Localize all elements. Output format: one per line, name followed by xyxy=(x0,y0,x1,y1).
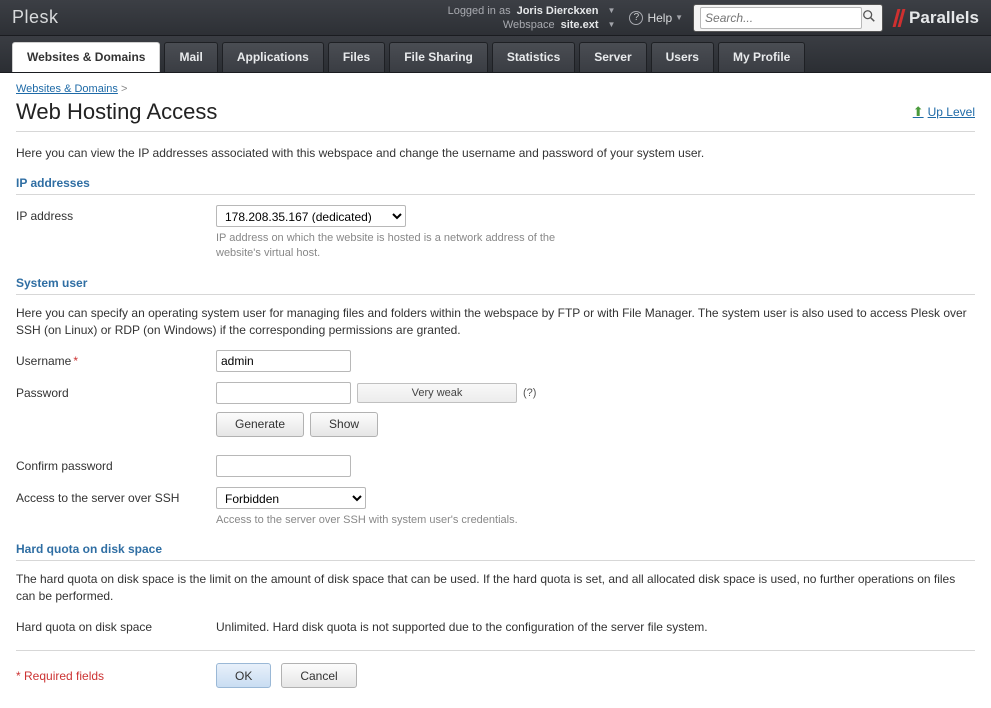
row-confirm-password: Confirm password xyxy=(16,455,975,477)
row-password: Password Very weak (?) Generate Show xyxy=(16,382,975,445)
tab-server[interactable]: Server xyxy=(579,42,646,72)
logged-in-label: Logged in as xyxy=(448,4,511,18)
search-icon[interactable] xyxy=(862,9,876,26)
parallels-icon xyxy=(895,9,905,27)
tab-websites-domains[interactable]: Websites & Domains xyxy=(12,42,160,72)
section-ip-title: IP addresses xyxy=(16,176,975,195)
footer-row: * Required fields OK Cancel xyxy=(16,663,975,688)
chevron-down-icon: ▼ xyxy=(675,13,683,22)
navbar: Websites & Domains Mail Applications Fil… xyxy=(0,36,991,73)
intro-text: Here you can view the IP addresses assoc… xyxy=(16,146,975,160)
content: Websites & Domains > Web Hosting Access … xyxy=(0,73,991,708)
parallels-brand: Parallels xyxy=(895,8,979,28)
login-info: Logged in as Joris Dierckxen ▼ Webspace … xyxy=(448,4,616,32)
tab-files[interactable]: Files xyxy=(328,42,385,72)
row-ssh-access: Access to the server over SSH Forbidden … xyxy=(16,487,975,528)
row-username: Username* xyxy=(16,350,975,372)
required-fields-note: * Required fields xyxy=(16,669,216,683)
chevron-down-icon: ▼ xyxy=(608,18,616,32)
chevron-down-icon: ▼ xyxy=(608,4,616,18)
logged-in-row[interactable]: Logged in as Joris Dierckxen ▼ xyxy=(448,4,616,18)
webspace-row[interactable]: Webspace site.ext ▼ xyxy=(448,18,616,32)
webspace-label: Webspace xyxy=(503,18,555,32)
tab-users[interactable]: Users xyxy=(651,42,714,72)
confirm-password-input[interactable] xyxy=(216,455,351,477)
logged-in-user: Joris Dierckxen xyxy=(517,4,599,18)
tab-file-sharing[interactable]: File Sharing xyxy=(389,42,488,72)
ok-button[interactable]: OK xyxy=(216,663,271,688)
topbar: Plesk Logged in as Joris Dierckxen ▼ Web… xyxy=(0,0,991,36)
confirm-password-label: Confirm password xyxy=(16,455,216,473)
password-input[interactable] xyxy=(216,382,351,404)
quota-label: Hard quota on disk space xyxy=(16,616,216,634)
show-button[interactable]: Show xyxy=(310,412,378,437)
tab-statistics[interactable]: Statistics xyxy=(492,42,575,72)
cancel-button[interactable]: Cancel xyxy=(281,663,356,688)
password-help-icon[interactable]: (?) xyxy=(523,387,536,399)
quota-desc: The hard quota on disk space is the limi… xyxy=(16,571,975,606)
section-quota-title: Hard quota on disk space xyxy=(16,542,975,561)
help-icon: ? xyxy=(629,11,643,25)
search-input-wrap[interactable] xyxy=(693,4,883,32)
webspace-name: site.ext xyxy=(561,18,599,32)
ip-address-hint: IP address on which the website is hoste… xyxy=(216,231,596,262)
generate-button[interactable]: Generate xyxy=(216,412,304,437)
ip-address-select[interactable]: 178.208.35.167 (dedicated) xyxy=(216,205,406,227)
parallels-label: Parallels xyxy=(909,8,979,28)
row-quota: Hard quota on disk space Unlimited. Hard… xyxy=(16,616,975,636)
tab-my-profile[interactable]: My Profile xyxy=(718,42,805,72)
password-label: Password xyxy=(16,382,216,400)
ip-address-label: IP address xyxy=(16,205,216,223)
breadcrumb-sep: > xyxy=(121,83,127,95)
ssh-access-label: Access to the server over SSH xyxy=(16,487,216,505)
ssh-access-select[interactable]: Forbidden xyxy=(216,487,366,509)
title-bar: Web Hosting Access ⬆ Up Level xyxy=(16,99,975,132)
section-sysuser-title: System user xyxy=(16,276,975,295)
quota-value: Unlimited. Hard disk quota is not suppor… xyxy=(216,616,975,636)
breadcrumb-link[interactable]: Websites & Domains xyxy=(16,83,118,95)
up-level-link[interactable]: ⬆ Up Level xyxy=(913,104,975,120)
help-label: Help xyxy=(647,11,672,25)
tab-mail[interactable]: Mail xyxy=(164,42,217,72)
sysuser-desc: Here you can specify an operating system… xyxy=(16,305,975,340)
logo: Plesk xyxy=(12,7,59,28)
tab-applications[interactable]: Applications xyxy=(222,42,324,72)
password-strength: Very weak xyxy=(357,383,517,403)
username-input[interactable] xyxy=(216,350,351,372)
ssh-access-hint: Access to the server over SSH with syste… xyxy=(216,513,596,528)
breadcrumb: Websites & Domains > xyxy=(16,83,975,95)
search-input[interactable] xyxy=(700,7,862,29)
up-level-label: Up Level xyxy=(928,105,975,119)
help-menu[interactable]: ? Help ▼ xyxy=(629,11,683,25)
username-label: Username* xyxy=(16,350,216,368)
page-title: Web Hosting Access xyxy=(16,99,913,125)
divider xyxy=(16,650,975,651)
row-ip-address: IP address 178.208.35.167 (dedicated) IP… xyxy=(16,205,975,262)
up-arrow-icon: ⬆ xyxy=(913,104,924,120)
